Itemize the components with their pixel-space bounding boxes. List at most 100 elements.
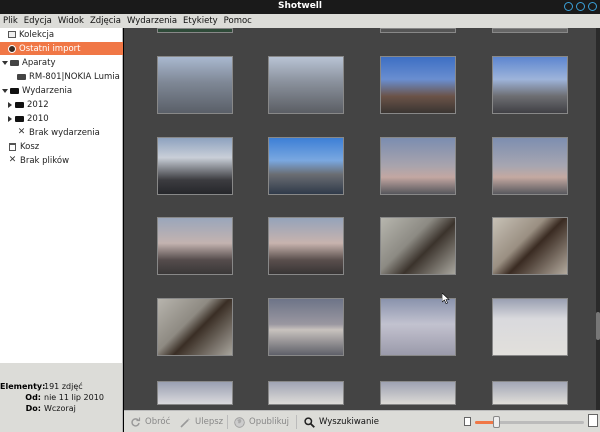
menu-file[interactable]: Plik [3, 16, 18, 26]
close-button[interactable] [588, 2, 597, 11]
sidebar-item-label: Aparaty [22, 57, 56, 68]
photo-thumbnail[interactable] [380, 137, 456, 195]
zoom-in-icon[interactable] [588, 414, 598, 427]
menu-tags[interactable]: Etykiety [183, 16, 218, 26]
sidebar-item-no-event[interactable]: ✕ Brak wydarzenia [0, 126, 123, 139]
collapse-arrow-icon[interactable] [8, 101, 12, 108]
sidebar-item-2010[interactable]: 2010 [0, 112, 123, 125]
rotate-button[interactable]: Obróć [130, 415, 170, 429]
trash-icon [9, 142, 16, 151]
mouse-pointer-icon [442, 293, 450, 304]
photo-thumbnail[interactable] [157, 56, 233, 114]
photo-thumbnail[interactable] [157, 28, 233, 33]
camera-icon [17, 73, 26, 80]
sidebar-item-label: Kosz [20, 141, 40, 152]
bottom-toolbar: Obróć Ulepsz Opublikuj Wyszukiwanie [124, 410, 600, 432]
info-panel: Elementy: 191 zdjęć Od: nie 11 lip 2010 Do… [0, 363, 123, 432]
sidebar-item-missing-files[interactable]: ✕ Brak plików [0, 154, 123, 167]
photo-thumbnail[interactable] [492, 381, 568, 405]
photo-thumbnail[interactable] [157, 137, 233, 195]
rotate-icon [131, 417, 141, 427]
search-button[interactable]: Wyszukiwanie [304, 415, 379, 429]
photo-thumbnail[interactable] [157, 217, 233, 275]
photo-thumbnail[interactable] [380, 28, 456, 33]
photo-thumbnail[interactable] [492, 137, 568, 195]
expand-arrow-icon[interactable] [2, 60, 8, 65]
sidebar-item-label: Ostatni import [19, 43, 81, 54]
globe-icon [234, 416, 245, 428]
collapse-arrow-icon[interactable] [8, 115, 12, 122]
photo-thumbnail[interactable] [492, 28, 568, 33]
photo-thumbnail[interactable] [380, 217, 456, 275]
photo-thumbnail[interactable] [268, 56, 344, 114]
photo-thumbnail[interactable] [268, 137, 344, 195]
search-label: Wyszukiwanie [319, 417, 379, 427]
sidebar-item-label: Brak plików [20, 155, 70, 166]
from-value: nie 11 lip 2010 [44, 393, 104, 402]
photo-thumbnail[interactable] [268, 381, 344, 405]
rotate-label: Obróć [145, 417, 171, 427]
photo-thumbnail[interactable] [380, 56, 456, 114]
title-bar: Shotwell [0, 0, 600, 14]
window-title: Shotwell [278, 1, 322, 11]
toolbar-separator [296, 415, 297, 429]
sidebar-item-camera-device[interactable]: RM-801|NOKIA Lumia 8 [0, 70, 123, 83]
elements-label: Elementy: [0, 382, 46, 391]
photo-thumbnail[interactable] [492, 298, 568, 356]
menu-events[interactable]: Wydarzenia [127, 16, 177, 26]
photo-grid[interactable] [124, 28, 596, 410]
menu-photos[interactable]: Zdjęcia [90, 16, 121, 26]
photo-thumbnail[interactable] [157, 298, 233, 356]
enhance-button[interactable]: Ulepsz [180, 415, 223, 429]
import-icon [8, 44, 16, 53]
photo-thumbnail[interactable] [268, 298, 344, 356]
folder-icon [10, 87, 19, 94]
sidebar-item-trash[interactable]: Kosz [0, 140, 123, 153]
folder-icon [15, 101, 24, 108]
photo-thumbnail[interactable] [157, 381, 233, 405]
photo-thumbnail[interactable] [492, 217, 568, 275]
photo-thumbnail[interactable] [380, 298, 456, 356]
sidebar-item-collection[interactable]: Kolekcja [0, 28, 123, 41]
sidebar-item-label: 2010 [27, 113, 49, 124]
sidebar-item-label: Kolekcja [19, 29, 55, 40]
from-label: Od: [25, 393, 41, 402]
vertical-scrollbar[interactable] [596, 28, 600, 410]
photo-thumbnail[interactable] [492, 56, 568, 114]
maximize-button[interactable] [576, 2, 585, 11]
publish-button[interactable]: Opublikuj [234, 415, 289, 429]
enhance-label: Ulepsz [195, 417, 224, 427]
menu-help[interactable]: Pomoc [224, 16, 252, 26]
sidebar-item-label: Brak wydarzenia [29, 127, 100, 138]
sidebar-item-last-import[interactable]: Ostatni import [0, 42, 123, 55]
sidebar-item-cameras[interactable]: Aparaty [0, 56, 123, 69]
no-event-icon: ✕ [17, 127, 26, 137]
menu-bar: Plik Edycja Widok Zdjęcia Wydarzenia Ety… [0, 14, 600, 28]
folder-icon [15, 115, 24, 122]
sidebar-item-2012[interactable]: 2012 [0, 98, 123, 111]
zoom-slider-handle[interactable] [493, 416, 501, 428]
to-value: Wczoraj [44, 404, 76, 413]
enhance-wand-icon [180, 417, 191, 428]
menu-view[interactable]: Widok [58, 16, 84, 26]
search-icon [304, 416, 315, 428]
sidebar-item-events[interactable]: Wydarzenia [0, 84, 123, 97]
sidebar-item-label: RM-801|NOKIA Lumia 8 [29, 71, 123, 82]
photo-thumbnail[interactable] [268, 217, 344, 275]
missing-files-icon: ✕ [8, 155, 17, 165]
zoom-out-icon[interactable] [464, 417, 471, 426]
zoom-slider[interactable] [475, 421, 584, 424]
to-label: Do: [25, 404, 41, 413]
menu-edit[interactable]: Edycja [24, 16, 52, 26]
elements-value: 191 zdjęć [44, 382, 83, 391]
expand-arrow-icon[interactable] [2, 88, 8, 93]
sidebar: Kolekcja Ostatni import Aparaty RM-801|N… [0, 28, 123, 363]
publish-label: Opublikuj [249, 417, 290, 427]
toolbar-separator [227, 415, 228, 429]
sidebar-item-label: Wydarzenia [22, 85, 73, 96]
camera-icon [10, 59, 19, 66]
minimize-button[interactable] [564, 2, 573, 11]
photo-thumbnail[interactable] [380, 381, 456, 405]
scrollbar-thumb[interactable] [596, 312, 600, 340]
collection-icon [8, 31, 16, 38]
